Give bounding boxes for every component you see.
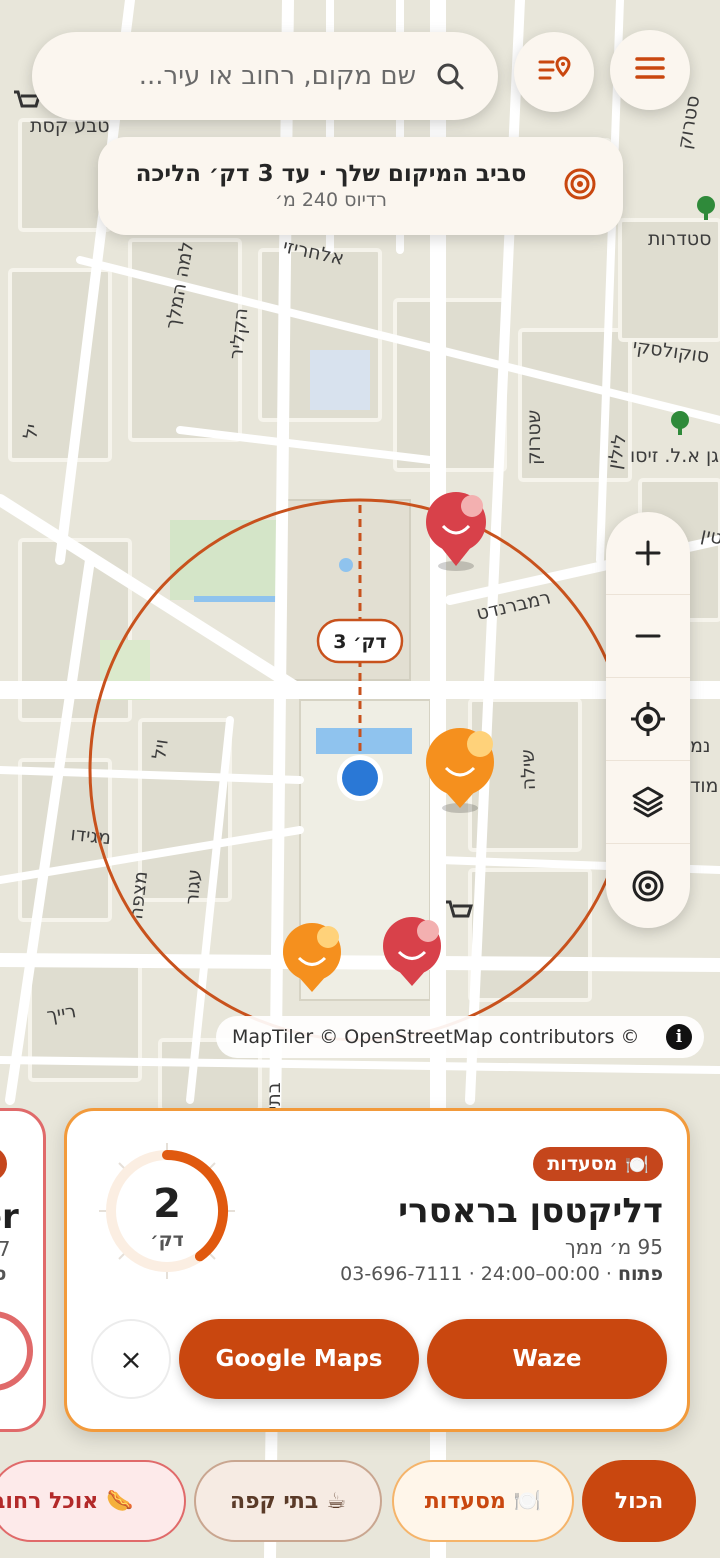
search-input[interactable] xyxy=(76,61,416,91)
locate-icon xyxy=(631,702,665,736)
hamburger-icon xyxy=(634,56,666,84)
chip-label: בתי קפה xyxy=(229,1488,319,1514)
place-name: דליקטסן בראסרי xyxy=(398,1191,663,1231)
svg-text:מגידו: מגידו xyxy=(69,823,112,849)
radius-banner: סביב המיקום שלך · עד 3 דק׳ הליכה רדיוס 2… xyxy=(98,137,623,235)
radius-label: 3 דק׳ xyxy=(316,618,404,664)
open-status: פתוח xyxy=(617,1263,663,1285)
category-badge: 🍽️ מסעדות xyxy=(533,1147,663,1181)
svg-text:מוד: מוד xyxy=(690,775,718,797)
waze-button[interactable]: Waze xyxy=(427,1319,667,1399)
coffee-icon: ☕ xyxy=(326,1488,347,1514)
target-icon xyxy=(563,167,597,205)
plate-icon: 🍽️ xyxy=(513,1488,542,1514)
category-chips: הכול 🍽️ מסעדות ☕ בתי קפה 🌭 אוכל רחוב xyxy=(0,1452,720,1552)
layers-icon xyxy=(632,786,664,818)
map-attribution: MapTiler © OpenStreetMap contributors © … xyxy=(216,1016,704,1058)
hours-phone: · 00:00–24:00 · 03-696-7111 xyxy=(340,1263,618,1285)
zoom-out-button[interactable] xyxy=(606,595,690,678)
peek-card-badge xyxy=(0,1147,7,1181)
pin-list-icon xyxy=(537,55,571,89)
plus-icon xyxy=(635,540,661,566)
timer-value: 2 xyxy=(153,1181,181,1227)
chip-label: מסעדות xyxy=(424,1488,506,1514)
place-hours: פתוח · 00:00–24:00 · 03-696-7111 xyxy=(340,1263,663,1285)
svg-text:גן א.ל. זיסו: גן א.ל. זיסו xyxy=(630,445,719,467)
timer-unit: דק׳ xyxy=(150,1229,184,1251)
attribution-text: MapTiler © OpenStreetMap contributors © xyxy=(232,1026,640,1048)
banner-title: סביב המיקום שלך · עד 3 דק׳ הליכה xyxy=(135,161,527,187)
peek-card-distance: 87 xyxy=(0,1237,10,1261)
peek-card-info: סג xyxy=(0,1263,6,1285)
search-bar[interactable] xyxy=(32,32,498,120)
place-distance: 95 מ׳ ממך xyxy=(565,1235,663,1259)
radar-button[interactable] xyxy=(606,844,690,927)
chip-street-food[interactable]: 🌭 אוכל רחוב xyxy=(0,1460,186,1542)
svg-text:טין: טין xyxy=(699,523,720,549)
minus-icon xyxy=(635,634,661,638)
chip-label: הכול xyxy=(614,1488,664,1514)
search-icon[interactable] xyxy=(432,58,468,94)
svg-text:3 דק׳: 3 דק׳ xyxy=(333,631,386,653)
chip-cafes[interactable]: ☕ בתי קפה xyxy=(194,1460,382,1542)
svg-text:עגור: עגור xyxy=(181,868,205,905)
svg-text:שילה: שילה xyxy=(517,749,540,791)
svg-text:סטדרות: סטדרות xyxy=(648,228,711,250)
zoom-in-button[interactable] xyxy=(606,512,690,595)
place-card-peek[interactable]: er 87 סג xyxy=(0,1108,46,1432)
svg-text:שטרוק: שטרוק xyxy=(523,410,545,465)
place-card[interactable]: 🍽️ מסעדות דליקטסן בראסרי 95 מ׳ ממך פתוח … xyxy=(64,1108,690,1432)
close-button[interactable]: × xyxy=(91,1319,171,1399)
svg-text:בתי: בתי xyxy=(263,1082,285,1110)
svg-text:ויל: ויל xyxy=(148,738,173,761)
layers-button[interactable] xyxy=(606,761,690,844)
peek-card-timer xyxy=(0,1311,33,1391)
pin-list-button[interactable] xyxy=(514,32,594,112)
chip-all[interactable]: הכול xyxy=(582,1460,696,1542)
chip-restaurants[interactable]: 🍽️ מסעדות xyxy=(392,1460,574,1542)
info-icon[interactable]: i xyxy=(666,1024,692,1050)
walk-timer: 2 דק׳ xyxy=(97,1141,237,1281)
google-maps-button[interactable]: Google Maps xyxy=(179,1319,419,1399)
plate-icon: 🍽️ xyxy=(625,1153,649,1176)
radar-icon xyxy=(632,870,664,901)
peek-card-name: er xyxy=(0,1197,19,1237)
locate-button[interactable] xyxy=(606,678,690,761)
svg-text:נמ: נמ xyxy=(690,735,711,757)
menu-button[interactable] xyxy=(610,30,690,110)
close-icon: × xyxy=(119,1342,143,1376)
hotdog-icon: 🌭 xyxy=(106,1488,134,1514)
category-label: מסעדות xyxy=(547,1153,618,1175)
banner-subtitle: רדיוס 240 מ׳ xyxy=(274,189,387,211)
map-controls xyxy=(606,512,690,928)
chip-label: אוכל רחוב xyxy=(0,1488,99,1514)
